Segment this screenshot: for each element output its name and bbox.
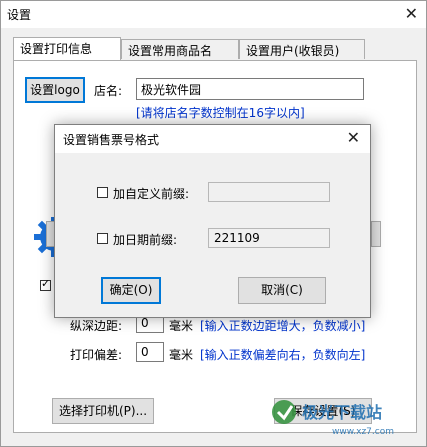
custom-prefix-checkbox[interactable] bbox=[97, 187, 108, 198]
dialog-close-icon[interactable]: ✕ bbox=[347, 128, 360, 147]
offset-label: 打印偏差: bbox=[70, 348, 123, 362]
ok-button[interactable]: 确定(O) bbox=[101, 277, 161, 304]
watermark-text: 极光下载站 bbox=[302, 403, 382, 422]
dialog-title: 设置销售票号格式 bbox=[63, 133, 160, 147]
close-icon[interactable]: ✕ bbox=[405, 4, 418, 23]
dialog-title-bar: 设置销售票号格式 ✕ bbox=[55, 125, 370, 153]
shop-name-input[interactable]: 极光软件园 bbox=[136, 78, 364, 100]
left-margin-hint: [输入正数边距增大，负数减小] bbox=[200, 319, 366, 333]
tab-users[interactable]: 设置用户(收银员) bbox=[239, 39, 365, 59]
date-prefix-checkbox[interactable] bbox=[97, 233, 108, 244]
window-title: 设置 bbox=[7, 8, 32, 22]
offset-hint: [输入正数偏差向右，负数向左] bbox=[200, 348, 366, 362]
set-logo-button[interactable]: 设置logo bbox=[25, 77, 85, 103]
ticket-format-dialog: 设置销售票号格式 ✕ 加自定义前缀: 加日期前缀: 221109 确定(O) 取… bbox=[54, 124, 371, 318]
custom-prefix-input[interactable] bbox=[208, 182, 330, 202]
title-bar: 设置 ✕ bbox=[1, 1, 426, 28]
offset-input[interactable]: 0 bbox=[136, 342, 164, 362]
shop-name-label: 店名: bbox=[94, 84, 123, 98]
watermark-logo: 极光下载站 www.xz7.com bbox=[272, 400, 394, 437]
cancel-button[interactable]: 取消(C) bbox=[238, 277, 326, 304]
custom-prefix-label[interactable]: 加自定义前缀: bbox=[113, 185, 189, 202]
shop-name-hint: [请将店名字数控制在16字以内] bbox=[136, 106, 305, 120]
watermark-url: www.xz7.com bbox=[332, 427, 394, 437]
tab-common-products[interactable]: 设置常用商品名 bbox=[121, 39, 239, 59]
select-printer-button[interactable]: 选择打印机(P)... bbox=[52, 398, 154, 424]
date-prefix-label[interactable]: 加日期前缀: bbox=[113, 231, 177, 248]
tab-print-info[interactable]: 设置打印信息 bbox=[13, 37, 121, 60]
date-prefix-input[interactable]: 221109 bbox=[208, 228, 330, 248]
offset-unit: 毫米 bbox=[169, 348, 194, 362]
left-margin-unit: 毫米 bbox=[169, 319, 194, 333]
option-checkbox[interactable] bbox=[40, 277, 51, 291]
left-margin-label: 纵深边距: bbox=[70, 319, 123, 333]
hidden-right-button-edge[interactable] bbox=[371, 221, 381, 247]
